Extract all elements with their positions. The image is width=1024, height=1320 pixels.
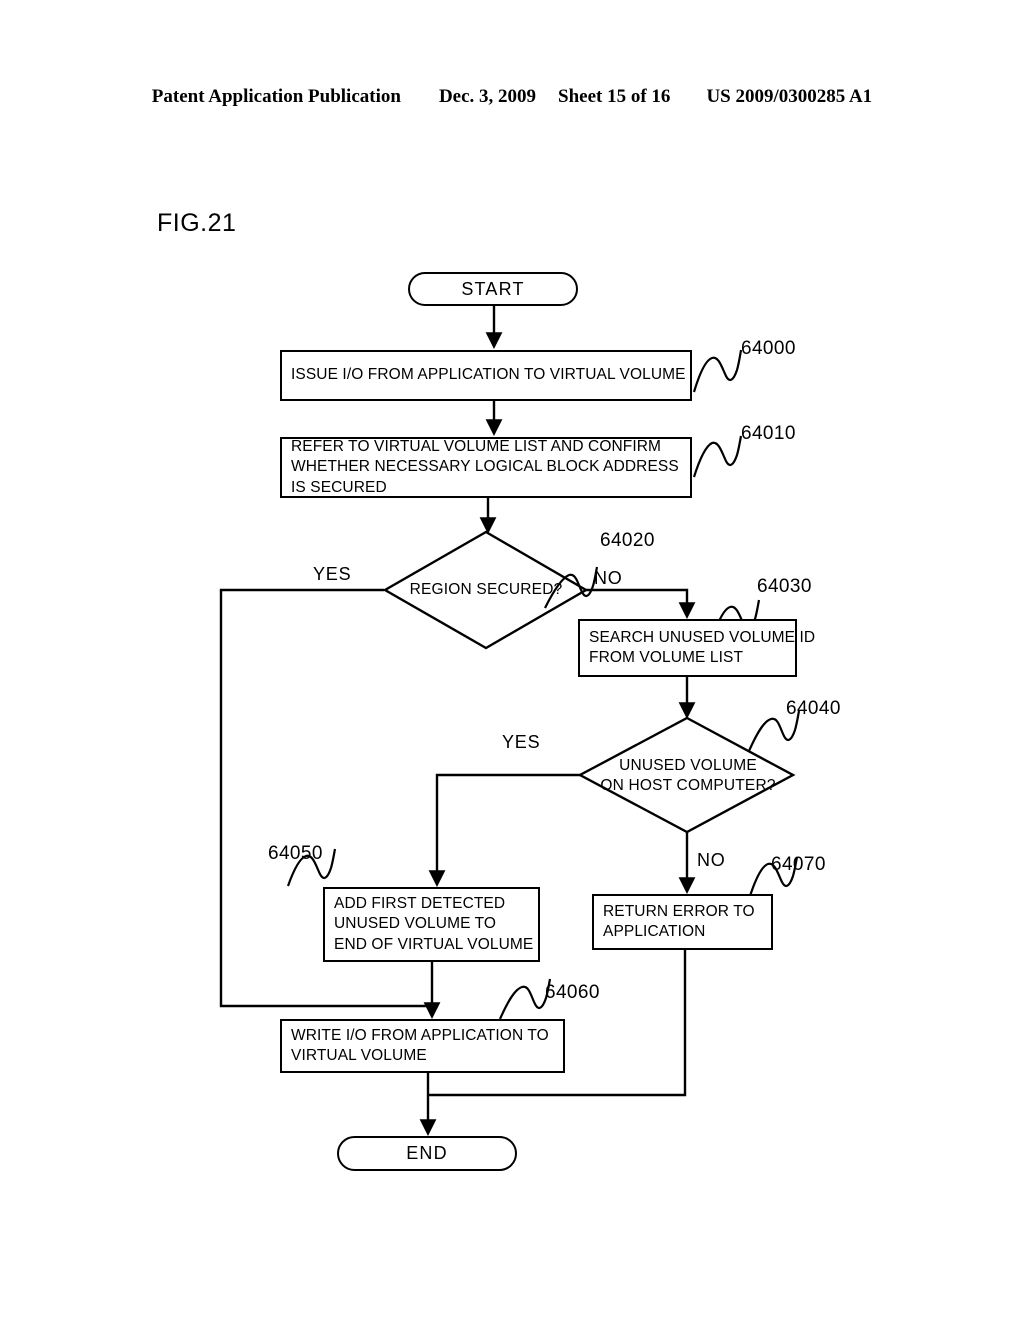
process-64070-line-1: RETURN ERROR TO <box>603 902 755 920</box>
patent-figure-page: Patent Application Publication Dec. 3, 20… <box>0 0 1024 1320</box>
process-64000-line-1: ISSUE I/O FROM APPLICATION TO VIRTUAL VO… <box>291 366 686 384</box>
terminal-end-label: END <box>406 1143 448 1163</box>
process-64030-line-1: SEARCH UNUSED VOLUME ID <box>589 628 816 646</box>
process-64050-line-3: END OF VIRTUAL VOLUME <box>334 935 534 953</box>
process-64060-line-2: VIRTUAL VOLUME <box>291 1047 427 1064</box>
process-64070-line-2: APPLICATION <box>603 923 706 940</box>
branch-label-region-secured-no: NO <box>594 568 623 588</box>
refnum-64070: 64070 <box>771 854 826 875</box>
process-64030-line-2: FROM VOLUME LIST <box>589 649 744 666</box>
branch-label-region-secured-yes: YES <box>313 564 352 584</box>
process-64060-line-1: WRITE I/O FROM APPLICATION TO <box>291 1026 549 1044</box>
branch-label-unused-volume-yes: YES <box>502 732 541 752</box>
branch-label-unused-volume-no: NO <box>697 850 726 870</box>
refnum-64030: 64030 <box>757 576 812 597</box>
process-64060: WRITE I/O FROM APPLICATION TO VIRTUAL VO… <box>280 1019 565 1073</box>
refnum-64050: 64050 <box>268 843 323 864</box>
process-64000: ISSUE I/O FROM APPLICATION TO VIRTUAL VO… <box>280 350 692 401</box>
terminal-start: START <box>408 272 578 306</box>
refnum-64040: 64040 <box>786 698 841 719</box>
refnum-64000: 64000 <box>741 338 796 359</box>
process-64010-line-1: REFER TO VIRTUAL VOLUME LIST AND CONFIRM <box>291 438 662 456</box>
process-64010: REFER TO VIRTUAL VOLUME LIST AND CONFIRM… <box>280 437 692 498</box>
refnum-64020: 64020 <box>600 530 655 551</box>
terminal-end: END <box>337 1136 517 1171</box>
process-64010-line-3: IS SECURED <box>291 478 387 496</box>
process-64050-line-2: UNUSED VOLUME TO <box>334 915 497 933</box>
process-64010-line-2: WHETHER NECESSARY LOGICAL BLOCK ADDRESS <box>291 458 679 476</box>
process-64070: RETURN ERROR TO APPLICATION <box>592 894 773 950</box>
refnum-64010: 64010 <box>741 423 796 444</box>
process-64050: ADD FIRST DETECTED UNUSED VOLUME TO END … <box>323 887 540 962</box>
process-64030: SEARCH UNUSED VOLUME ID FROM VOLUME LIST <box>578 619 816 677</box>
terminal-start-label: START <box>461 278 525 299</box>
decision-unused-volume <box>577 716 796 834</box>
refnum-64060: 64060 <box>545 982 600 1003</box>
process-64050-line-1: ADD FIRST DETECTED <box>334 895 506 913</box>
flowchart-connectors <box>219 306 801 1137</box>
